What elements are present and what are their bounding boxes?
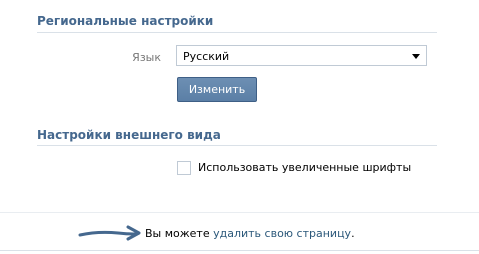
language-select[interactable]: Русский — [176, 45, 427, 66]
delete-page-suffix: . — [351, 227, 355, 240]
language-label: Язык — [132, 51, 161, 64]
delete-page-text: Вы можете удалить свою страницу. — [145, 227, 355, 240]
arrow-right-icon — [78, 225, 141, 241]
change-language-button[interactable]: Изменить — [177, 77, 257, 102]
section-divider — [37, 145, 437, 146]
large-fonts-label[interactable]: Использовать увеличенные шрифты — [198, 161, 411, 174]
footer: Вы можете удалить свою страницу. — [0, 212, 479, 251]
large-fonts-checkbox[interactable] — [177, 161, 191, 175]
chevron-down-icon — [412, 54, 420, 59]
section-divider — [37, 32, 437, 33]
delete-page-prefix: Вы можете — [145, 227, 214, 240]
regional-settings-title: Региональные настройки — [37, 14, 214, 28]
appearance-settings-title: Настройки внешнего вида — [37, 128, 221, 142]
language-select-value: Русский — [183, 50, 230, 63]
delete-page-link[interactable]: удалить свою страницу — [213, 227, 351, 240]
